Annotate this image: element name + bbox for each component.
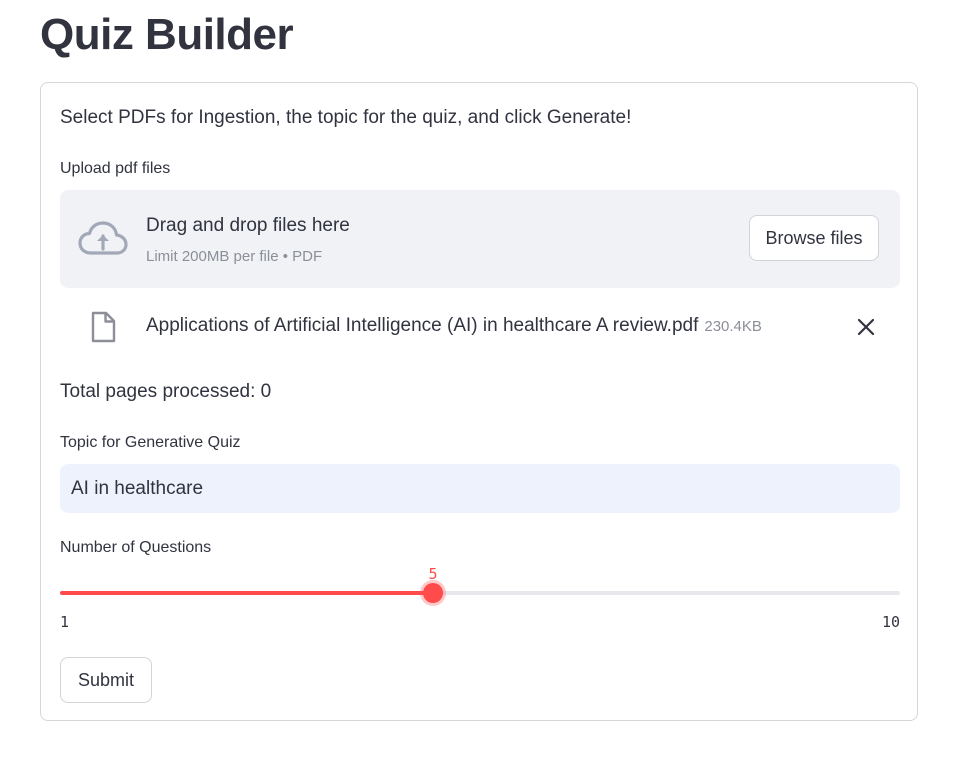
topic-label: Topic for Generative Quiz	[60, 434, 241, 451]
quiz-form: Select PDFs for Ingestion, the topic for…	[40, 82, 918, 721]
slider-fill	[60, 591, 433, 595]
questions-label: Number of Questions	[60, 539, 212, 556]
upload-label: Upload pdf files	[60, 160, 171, 177]
slider-max-label: 10	[881, 613, 900, 631]
page-title: Quiz Builder	[40, 10, 294, 59]
form-intro: Select PDFs for Ingestion, the topic for…	[60, 107, 632, 128]
questions-slider[interactable]: 5 1 10	[60, 565, 900, 631]
topic-input[interactable]	[60, 464, 900, 513]
file-size: 230.4KB	[704, 318, 762, 335]
cloud-upload-icon	[78, 220, 128, 258]
slider-value-label: 5	[428, 565, 438, 583]
slider-min-label: 1	[60, 613, 70, 631]
dropzone-limit-text: Limit 200MB per file • PDF	[146, 248, 323, 265]
uploaded-file-item: Applications of Artificial Intelligence …	[60, 303, 900, 351]
slider-thumb[interactable]	[423, 583, 443, 603]
dropzone-title: Drag and drop files here	[146, 215, 350, 236]
file-dropzone[interactable]: Drag and drop files here Limit 200MB per…	[60, 190, 900, 288]
pages-processed-status: Total pages processed: 0	[60, 381, 272, 402]
file-name-text: Applications of Artificial Intelligence …	[146, 315, 699, 336]
submit-button[interactable]: Submit	[60, 657, 152, 703]
file-icon	[90, 311, 116, 343]
browse-files-button[interactable]: Browse files	[749, 215, 879, 261]
remove-file-close-icon[interactable]	[856, 317, 876, 337]
file-name: Applications of Artificial Intelligence …	[146, 315, 762, 337]
slider-track[interactable]	[60, 591, 900, 595]
